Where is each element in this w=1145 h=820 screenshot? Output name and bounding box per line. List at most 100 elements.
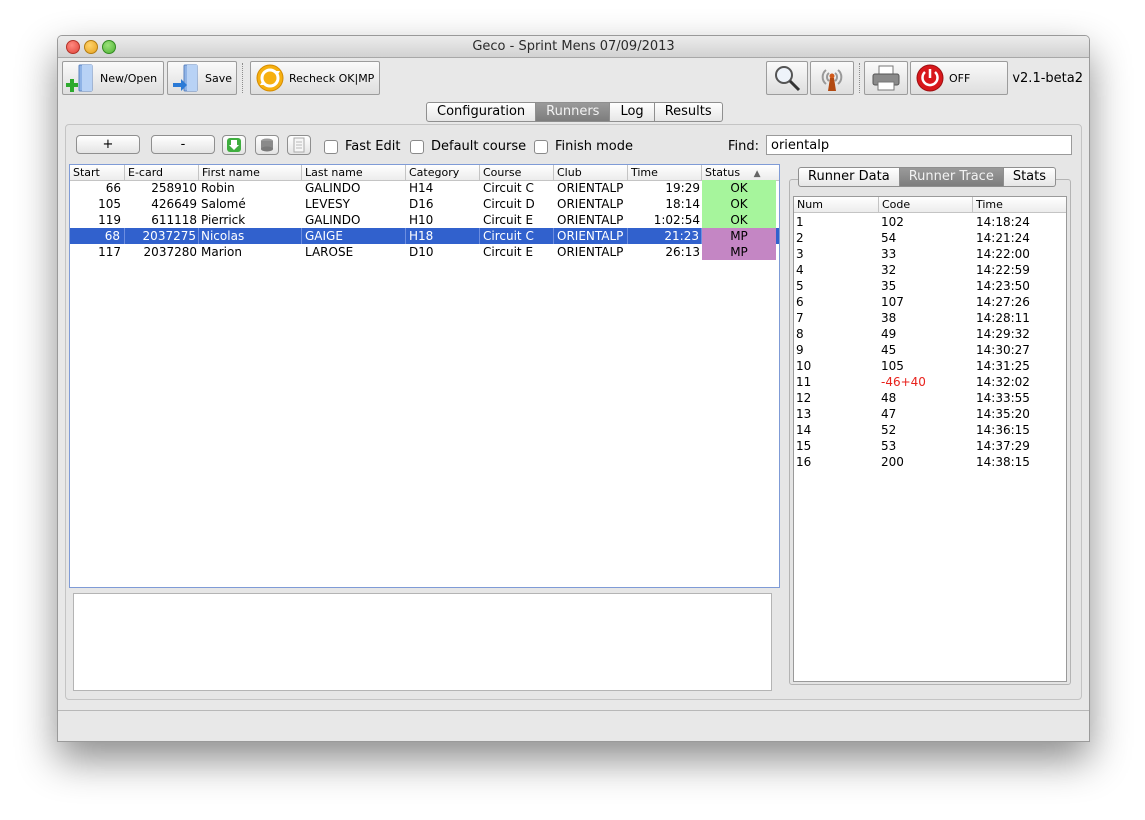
search-icon [773, 64, 801, 92]
trace-row[interactable]: 1 102 14:18:24 [794, 214, 1066, 230]
default-course-box[interactable] [410, 139, 424, 154]
column-header-status[interactable]: Status ▲ [702, 165, 779, 180]
cell-first: Marion [201, 245, 242, 259]
antenna-button[interactable] [810, 61, 854, 95]
trace-row[interactable]: 5 35 14:23:50 [794, 278, 1066, 294]
trace-cell-num: 9 [796, 343, 804, 357]
cell-start: 66 [105, 181, 121, 195]
main-toolbar: New/Open Save Recheck OK|MP OFF v2.1-bet… [58, 58, 1089, 98]
table-row[interactable]: 105 426649 Salomé LEVESY D16 Circuit D ORIENTA… [70, 196, 779, 212]
tab-results[interactable]: Results [654, 102, 723, 122]
add-runner-button[interactable]: + [76, 135, 140, 154]
column-header-category[interactable]: Category [406, 165, 480, 180]
finish-mode-box[interactable] [534, 139, 548, 154]
trace-row[interactable]: 14 52 14:36:15 [794, 422, 1066, 438]
trace-row[interactable]: 9 45 14:30:27 [794, 342, 1066, 358]
remove-runner-button[interactable]: - [151, 135, 215, 154]
column-header-last-name[interactable]: Last name [302, 165, 406, 180]
app-window: Geco - Sprint Mens 07/09/2013 New/Open S… [57, 35, 1090, 742]
cell-time: 26:13 [665, 245, 700, 259]
trace-row[interactable]: 7 38 14:28:11 [794, 310, 1066, 326]
document-button[interactable] [287, 135, 311, 155]
trace-cell-num: 5 [796, 279, 804, 293]
tab-stats[interactable]: Stats [1003, 167, 1057, 187]
column-header-time[interactable]: Time [628, 165, 702, 180]
finish-mode-checkbox[interactable]: Finish mode [534, 139, 633, 154]
trace-cell-time: 14:23:50 [976, 279, 1030, 293]
column-header-ecard[interactable]: E-card [125, 165, 199, 180]
trace-cell-num: 8 [796, 327, 804, 341]
trace-cell-time: 14:35:20 [976, 407, 1030, 421]
cell-last: GALINDO [305, 213, 361, 227]
cell-ecard: 258910 [151, 181, 197, 195]
tab-configuration[interactable]: Configuration [426, 102, 537, 122]
trace-cell-time: 14:31:25 [976, 359, 1030, 373]
new-open-button[interactable]: New/Open [62, 61, 164, 95]
fast-edit-box[interactable] [324, 139, 338, 154]
title-bar: Geco - Sprint Mens 07/09/2013 [58, 36, 1089, 58]
tab-runner-data[interactable]: Runner Data [798, 167, 900, 187]
column-header-start[interactable]: Start [70, 165, 125, 180]
search-button[interactable] [766, 61, 808, 95]
power-toggle-button[interactable]: OFF [910, 61, 1008, 95]
column-header-first-name[interactable]: First name [199, 165, 302, 180]
cell-club: ORIENTALP [557, 197, 624, 211]
fast-edit-checkbox[interactable]: Fast Edit [324, 139, 400, 154]
trace-row[interactable]: 4 32 14:22:59 [794, 262, 1066, 278]
trace-row[interactable]: 15 53 14:37:29 [794, 438, 1066, 454]
runner-trace-panel: Num Code Time 1 102 14:18:24 2 54 14:21:24 3 33… [789, 179, 1071, 685]
table-row[interactable]: 66 258910 Robin GALINDO H14 Circuit C ORIENTAL… [70, 180, 779, 196]
tab-log[interactable]: Log [610, 102, 655, 122]
cell-category: H14 [409, 181, 434, 195]
cell-club: ORIENTALP [557, 245, 624, 259]
trace-row[interactable]: 2 54 14:21:24 [794, 230, 1066, 246]
cell-club: ORIENTALP [557, 213, 624, 227]
trace-row[interactable]: 11 -46+40 14:32:02 [794, 374, 1066, 390]
cell-ecard: 611118 [151, 213, 197, 227]
cell-first: Salomé [201, 197, 246, 211]
trace-cell-code: 102 [881, 215, 904, 229]
table-row[interactable]: 119 611118 Pierrick GALINDO H10 Circuit E ORIE… [70, 212, 779, 228]
table-row[interactable]: 117 2037280 Marion LAROSE D10 Circuit E ORIENT… [70, 244, 779, 260]
table-row[interactable]: 68 2037275 Nicolas GAIGE H18 Circuit C ORIENTA… [70, 228, 779, 244]
recheck-button[interactable]: Recheck OK|MP [250, 61, 380, 95]
trace-row[interactable]: 12 48 14:33:55 [794, 390, 1066, 406]
cell-last: LEVESY [305, 197, 351, 211]
find-input[interactable] [766, 135, 1072, 155]
cell-last: LAROSE [305, 245, 354, 259]
cell-category: D10 [409, 245, 434, 259]
runners-table: Start E-card First name Last name Catego… [69, 164, 780, 588]
runner-notes-area[interactable] [73, 593, 772, 691]
default-course-checkbox[interactable]: Default course [410, 139, 526, 154]
trace-row[interactable]: 13 47 14:35:20 [794, 406, 1066, 422]
cell-start: 68 [70, 228, 125, 244]
column-header-code[interactable]: Code [879, 197, 973, 212]
cell-category: D16 [409, 197, 434, 211]
trace-cell-time: 14:38:15 [976, 455, 1030, 469]
column-header-club[interactable]: Club [554, 165, 628, 180]
trace-row[interactable]: 8 49 14:29:32 [794, 326, 1066, 342]
cell-course: Circuit C [483, 181, 534, 195]
column-header-trace-time[interactable]: Time [973, 197, 1066, 212]
tab-runner-trace[interactable]: Runner Trace [899, 167, 1004, 187]
power-state-label: OFF [949, 71, 971, 85]
trace-row[interactable]: 10 105 14:31:25 [794, 358, 1066, 374]
trace-row[interactable]: 16 200 14:38:15 [794, 454, 1066, 470]
trace-cell-time: 14:22:00 [976, 247, 1030, 261]
save-icon [171, 63, 201, 93]
cell-category: H18 [406, 228, 480, 244]
trace-row[interactable]: 6 107 14:27:26 [794, 294, 1066, 310]
column-header-num[interactable]: Num [794, 197, 879, 212]
print-button[interactable] [864, 61, 908, 95]
trace-cell-code: 200 [881, 455, 904, 469]
cell-time: 1:02:54 [653, 213, 700, 227]
column-header-course[interactable]: Course [480, 165, 554, 180]
trace-cell-num: 7 [796, 311, 804, 325]
download-button[interactable] [222, 135, 246, 155]
save-button[interactable]: Save [167, 61, 237, 95]
cell-first: Pierrick [201, 213, 246, 227]
tab-runners[interactable]: Runners [536, 102, 611, 122]
cell-status: MP [702, 228, 776, 244]
trace-row[interactable]: 3 33 14:22:00 [794, 246, 1066, 262]
database-button[interactable] [255, 135, 279, 155]
